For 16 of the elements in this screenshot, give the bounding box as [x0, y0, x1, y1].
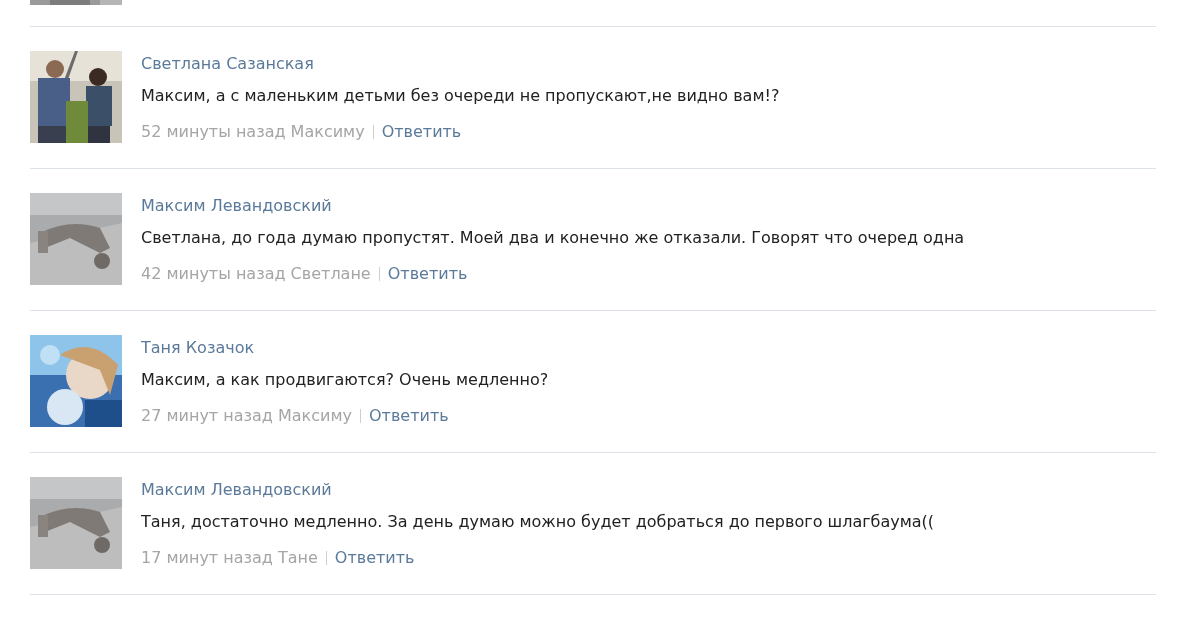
comment-time: 52 минуты назад Максиму [141, 121, 365, 143]
author-link[interactable]: Максим Левандовский [141, 190, 332, 222]
author-link[interactable]: Светлана Сазанская [141, 48, 314, 80]
reply-link[interactable]: Ответить [387, 258, 468, 290]
comment-text: Таня, достаточно медленно. За день думаю можно будет добраться до первого шлагбаума(( [141, 511, 935, 533]
reply-link[interactable]: Ответить [381, 116, 462, 148]
reply-link[interactable]: Ответить [369, 400, 449, 432]
author-link[interactable]: Максим Левандовский [141, 474, 332, 506]
comment-text: Максим, а как продвигаются? Очень медленно? [141, 369, 549, 391]
comment-text: Светлана, до года думаю пропустят. Моей два и конечно же отказали. Говорят что очеред одна [141, 227, 965, 249]
comment-time: 42 минуты назад Светлане [141, 263, 371, 285]
comment-text: Максим, а с маленьким детьми без очереди не пропускают,не видно вам!? [141, 85, 780, 107]
comment-time: 27 минут назад Максиму [141, 405, 352, 427]
comment-time: 17 минут назад Тане [141, 547, 318, 569]
author-link[interactable]: Таня Козачок [141, 332, 255, 364]
reply-link[interactable]: Ответить [334, 542, 415, 574]
